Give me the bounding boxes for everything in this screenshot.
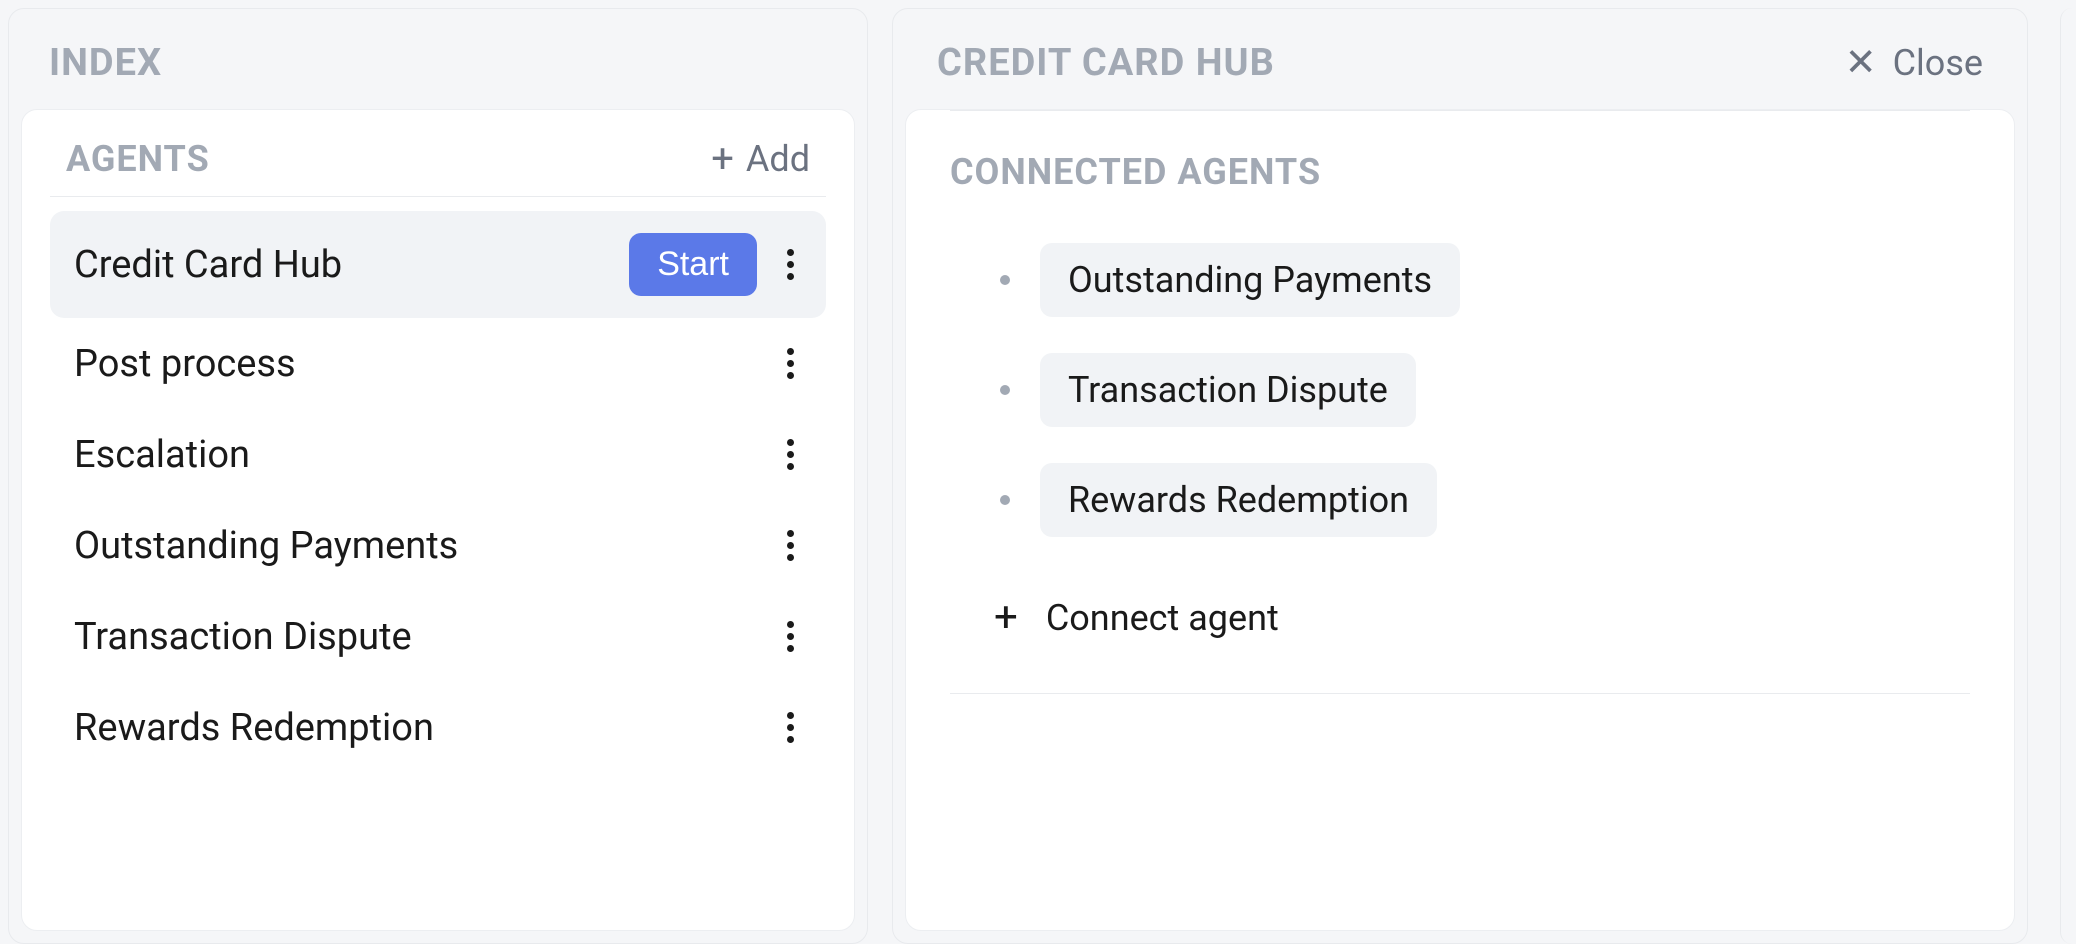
- connected-agents-list: Outstanding Payments Transaction Dispute R…: [950, 243, 1970, 537]
- agent-row-right: [779, 340, 802, 387]
- dots-icon: [787, 724, 794, 731]
- more-options-button[interactable]: [779, 613, 802, 660]
- agents-header: AGENTS + Add: [50, 138, 826, 197]
- connected-agent-item: Transaction Dispute: [1000, 353, 1970, 427]
- dots-icon: [787, 542, 794, 549]
- index-panel: INDEX AGENTS + Add Credit Card Hub Start P…: [8, 8, 868, 944]
- agents-header-title: AGENTS: [66, 138, 210, 180]
- detail-panel: CREDIT CARD HUB ✕ Close CONNECTED AGENTS…: [892, 8, 2028, 944]
- agent-name: Transaction Dispute: [74, 615, 412, 659]
- bullet-icon: [1000, 385, 1010, 395]
- dots-icon: [787, 463, 794, 470]
- dots-icon: [787, 348, 794, 355]
- dots-icon: [787, 633, 794, 640]
- dots-icon: [787, 261, 794, 268]
- bullet-icon: [1000, 275, 1010, 285]
- dots-icon: [787, 554, 794, 561]
- divider: [950, 693, 1970, 694]
- agent-row[interactable]: Credit Card Hub Start: [50, 211, 826, 318]
- connected-agent-chip[interactable]: Outstanding Payments: [1040, 243, 1460, 317]
- close-label: Close: [1893, 42, 1983, 84]
- agent-row-right: [779, 613, 802, 660]
- connect-agent-button[interactable]: + Connect agent: [950, 597, 1970, 639]
- agent-row-right: [779, 704, 802, 751]
- agent-row[interactable]: Transaction Dispute: [50, 591, 826, 682]
- add-label: Add: [746, 138, 810, 180]
- agent-row[interactable]: Escalation: [50, 409, 826, 500]
- agent-row-left: Transaction Dispute: [74, 615, 412, 659]
- agent-row[interactable]: Outstanding Payments: [50, 500, 826, 591]
- dots-icon: [787, 712, 794, 719]
- dots-icon: [787, 249, 794, 256]
- connected-agent-chip[interactable]: Rewards Redemption: [1040, 463, 1437, 537]
- more-options-button[interactable]: [779, 522, 802, 569]
- more-options-button[interactable]: [779, 340, 802, 387]
- agent-row-left: Escalation: [74, 433, 250, 477]
- agent-row-right: [779, 431, 802, 478]
- dots-icon: [787, 273, 794, 280]
- close-icon: ✕: [1845, 44, 1877, 82]
- connect-agent-label: Connect agent: [1046, 597, 1279, 639]
- agent-name: Credit Card Hub: [74, 243, 342, 287]
- plus-icon: +: [994, 597, 1018, 639]
- agent-name: Escalation: [74, 433, 250, 477]
- agent-row-left: Credit Card Hub: [74, 243, 342, 287]
- divider: [950, 110, 1970, 111]
- bullet-icon: [1000, 495, 1010, 505]
- connected-agent-item: Outstanding Payments: [1000, 243, 1970, 317]
- agent-row[interactable]: Post process: [50, 318, 826, 409]
- agent-row-left: Rewards Redemption: [74, 706, 434, 750]
- dots-icon: [787, 439, 794, 446]
- detail-title: CREDIT CARD HUB: [937, 41, 1275, 85]
- agents-card: AGENTS + Add Credit Card Hub Start Post pr…: [21, 109, 855, 931]
- right-edge-strip: [2060, 8, 2076, 944]
- agent-row[interactable]: Rewards Redemption: [50, 682, 826, 773]
- dots-icon: [787, 645, 794, 652]
- start-button[interactable]: Start: [629, 233, 757, 296]
- close-button[interactable]: ✕ Close: [1845, 42, 1983, 84]
- plus-icon: +: [711, 139, 734, 179]
- index-header: INDEX: [9, 9, 867, 109]
- agent-row-left: Post process: [74, 342, 296, 386]
- dots-icon: [787, 451, 794, 458]
- more-options-button[interactable]: [779, 431, 802, 478]
- connected-agent-item: Rewards Redemption: [1000, 463, 1970, 537]
- more-options-button[interactable]: [779, 704, 802, 751]
- dots-icon: [787, 530, 794, 537]
- agent-name: Outstanding Payments: [74, 524, 458, 568]
- detail-header: CREDIT CARD HUB ✕ Close: [893, 9, 2027, 109]
- add-agent-button[interactable]: + Add: [711, 138, 810, 180]
- connected-agents-title: CONNECTED AGENTS: [950, 151, 1970, 193]
- dots-icon: [787, 372, 794, 379]
- connected-agent-chip[interactable]: Transaction Dispute: [1040, 353, 1416, 427]
- agent-name: Rewards Redemption: [74, 706, 434, 750]
- index-title: INDEX: [49, 41, 827, 85]
- dots-icon: [787, 736, 794, 743]
- dots-icon: [787, 360, 794, 367]
- agent-name: Post process: [74, 342, 296, 386]
- dots-icon: [787, 621, 794, 628]
- agent-row-right: [779, 522, 802, 569]
- detail-card: CONNECTED AGENTS Outstanding Payments Tra…: [905, 109, 2015, 931]
- agent-row-right: Start: [629, 233, 802, 296]
- agent-row-left: Outstanding Payments: [74, 524, 458, 568]
- more-options-button[interactable]: [779, 241, 802, 288]
